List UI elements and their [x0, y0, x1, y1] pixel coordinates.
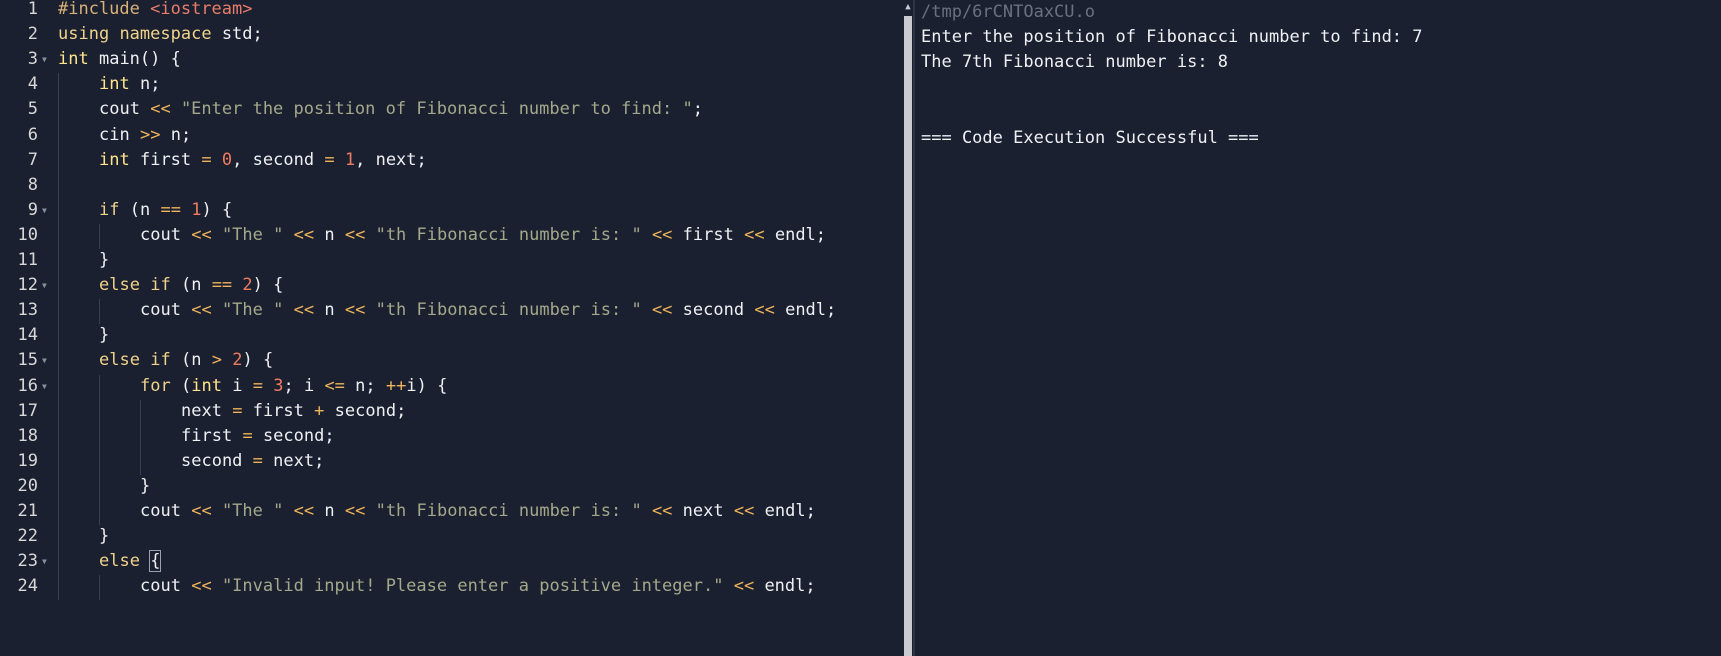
code-line[interactable]: cout << "Enter the position of Fibonacci… — [58, 98, 703, 126]
fold-arrow-icon[interactable]: ▼ — [42, 49, 47, 71]
line-number: 1 — [27, 0, 38, 19]
code-line[interactable]: cin >> n; — [58, 124, 191, 152]
line-number: 13 — [17, 300, 38, 321]
fold-arrow-icon[interactable]: ▼ — [42, 376, 47, 398]
code-line[interactable]: else if (n == 2) { — [58, 274, 283, 302]
line-number: 2 — [27, 24, 38, 45]
code-line[interactable]: } — [58, 324, 109, 352]
line-number: 20 — [17, 475, 38, 496]
output-file-path: /tmp/6rCNTOaxCU.o — [921, 2, 1095, 22]
code-line[interactable]: using namespace std; — [58, 23, 263, 51]
code-line[interactable]: } — [58, 249, 109, 277]
execution-status: === Code Execution Successful === — [921, 128, 1259, 148]
line-number-gutter: 1 2 3 ▼ 4 5 6 7 8 9 ▼ 10 11 12 ▼ 13 14 15 ▼ 16 ▼ 17 18 19 20 21 22… — [0, 0, 50, 656]
code-line[interactable]: #include <iostream> — [58, 0, 252, 26]
line-number: 18 — [17, 425, 38, 446]
line-number: 6 — [27, 124, 38, 145]
code-line[interactable]: cout << "Invalid input! Please enter a p… — [58, 575, 816, 603]
line-number: 10 — [17, 224, 38, 245]
line-number: 7 — [27, 149, 38, 170]
line-number: 12 — [17, 275, 38, 296]
code-line[interactable]: int first = 0, second = 1, next; — [58, 149, 427, 177]
fold-arrow-icon[interactable]: ▼ — [42, 551, 47, 573]
fold-arrow-icon[interactable]: ▼ — [42, 275, 47, 297]
indent-guide — [98, 575, 100, 601]
code-line[interactable]: else { — [58, 550, 162, 578]
code-line[interactable]: for (int i = 3; i <= n; ++i) { — [58, 375, 447, 403]
line-number: 5 — [27, 99, 38, 120]
line-number: 22 — [17, 526, 38, 547]
code-line[interactable]: if (n == 1) { — [58, 199, 232, 227]
indent-guide — [139, 399, 141, 475]
code-editor[interactable]: 1 2 3 ▼ 4 5 6 7 8 9 ▼ 10 11 12 ▼ 13 14 15 ▼ 16 ▼ 17 18 19 20 21 22… — [0, 0, 903, 656]
line-number: 14 — [17, 325, 38, 346]
indent-guide — [58, 73, 59, 601]
code-line[interactable]: } — [58, 475, 150, 503]
editor-scrollbar-thumb[interactable] — [904, 16, 912, 656]
code-line[interactable]: int main() { — [58, 48, 181, 76]
code-line[interactable]: } — [58, 525, 109, 553]
line-number: 8 — [27, 174, 38, 195]
indent-guide — [98, 223, 100, 249]
line-number: 16 — [17, 375, 38, 396]
fold-arrow-icon[interactable]: ▼ — [42, 350, 47, 372]
indent-guide — [98, 299, 100, 325]
scroll-up-arrow-icon[interactable]: ▲ — [903, 2, 913, 12]
code-line[interactable]: next = first + second; — [58, 400, 406, 428]
code-line[interactable]: cout << "The " << n << "th Fibonacci num… — [58, 500, 816, 528]
code-line[interactable]: cout << "The " << n << "th Fibonacci num… — [58, 224, 826, 252]
output-result-line: The 7th Fibonacci number is: 8 — [921, 52, 1229, 72]
matched-brace: { — [149, 550, 162, 573]
line-number: 19 — [17, 450, 38, 471]
indent-guide — [98, 374, 100, 526]
code-line[interactable]: int n; — [58, 73, 160, 101]
code-line[interactable]: cout << "The " << n << "th Fibonacci num… — [58, 299, 836, 327]
fold-arrow-icon[interactable]: ▼ — [42, 200, 47, 222]
code-line[interactable]: else if (n > 2) { — [58, 349, 273, 377]
line-number: 15 — [17, 350, 38, 371]
line-number: 24 — [17, 576, 38, 597]
online-compiler-window: 1 2 3 ▼ 4 5 6 7 8 9 ▼ 10 11 12 ▼ 13 14 15 ▼ 16 ▼ 17 18 19 20 21 22… — [0, 0, 1721, 656]
line-number: 17 — [17, 400, 38, 421]
line-number: 21 — [17, 501, 38, 521]
line-number: 11 — [17, 250, 38, 270]
line-number: 23 — [17, 551, 38, 572]
line-number: 9 — [27, 199, 38, 220]
code-area[interactable]: #include <iostream> using namespace std; i… — [58, 0, 898, 656]
output-console: /tmp/6rCNTOaxCU.o Enter the position of … — [915, 0, 1721, 656]
output-prompt-line: Enter the position of Fibonacci number t… — [921, 27, 1423, 47]
line-number: 4 — [27, 74, 38, 95]
line-number: 3 — [27, 49, 38, 70]
